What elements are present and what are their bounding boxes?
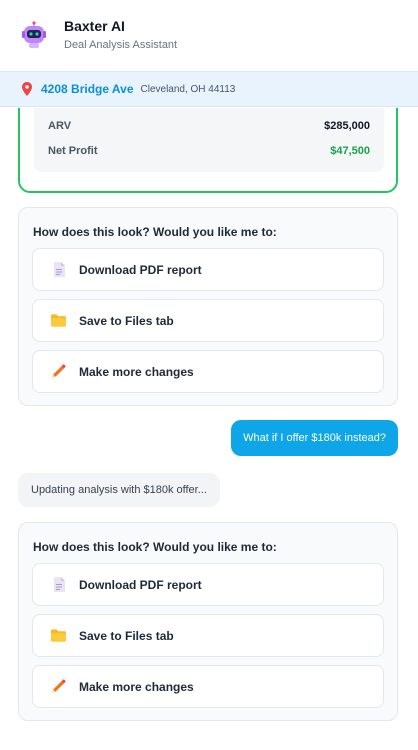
- option-label: Save to Files tab: [79, 628, 174, 643]
- pencil-icon: [51, 679, 66, 694]
- deal-summary-card: ARV $285,000 Net Profit $47,500: [18, 108, 398, 193]
- folder-icon: [51, 628, 66, 643]
- make-changes-button[interactable]: Make more changes: [32, 350, 384, 393]
- document-icon: [51, 262, 66, 277]
- option-label: Make more changes: [79, 679, 194, 694]
- option-label: Save to Files tab: [79, 313, 174, 328]
- options-prompt: How does this look? Would you like me to…: [18, 522, 398, 721]
- document-icon: [51, 577, 66, 592]
- options-question: How does this look? Would you like me to…: [33, 225, 277, 239]
- property-street[interactable]: 4208 Bridge Ave: [41, 82, 134, 96]
- robot-icon: [20, 21, 48, 49]
- user-message-bubble: What if I offer $180k instead?: [231, 420, 398, 456]
- property-address-bar[interactable]: 4208 Bridge Ave Cleveland, OH 44113: [0, 71, 418, 107]
- metric-label: Net Profit: [48, 145, 98, 157]
- assistant-role: Deal Analysis Assistant: [64, 39, 178, 51]
- save-to-files-button[interactable]: Save to Files tab: [32, 614, 384, 657]
- download-pdf-button[interactable]: Download PDF report: [32, 563, 384, 606]
- metric-row-arv: ARV $285,000: [48, 120, 370, 132]
- option-label: Download PDF report: [79, 577, 202, 592]
- download-pdf-button[interactable]: Download PDF report: [32, 248, 384, 291]
- chat-header: Baxter AI Deal Analysis Assistant: [0, 0, 418, 70]
- metric-value: $47,500: [330, 145, 370, 157]
- metric-value: $285,000: [324, 120, 370, 132]
- deal-metrics: ARV $285,000 Net Profit $47,500: [34, 108, 384, 172]
- option-label: Make more changes: [79, 364, 194, 379]
- metric-row-net-profit: Net Profit $47,500: [48, 145, 370, 157]
- folder-icon: [51, 313, 66, 328]
- options-prompt: How does this look? Would you like me to…: [18, 207, 398, 406]
- map-pin-icon: [22, 82, 32, 96]
- option-label: Download PDF report: [79, 262, 202, 277]
- assistant-name: Baxter AI: [64, 18, 125, 34]
- bot-status-bubble: Updating analysis with $180k offer...: [18, 473, 220, 507]
- chat-thread[interactable]: ARV $285,000 Net Profit $47,500 How does…: [0, 108, 418, 750]
- save-to-files-button[interactable]: Save to Files tab: [32, 299, 384, 342]
- make-changes-button[interactable]: Make more changes: [32, 665, 384, 708]
- options-question: How does this look? Would you like me to…: [33, 540, 277, 554]
- pencil-icon: [51, 364, 66, 379]
- metric-label: ARV: [48, 120, 72, 132]
- property-city: Cleveland, OH 44113: [140, 83, 236, 95]
